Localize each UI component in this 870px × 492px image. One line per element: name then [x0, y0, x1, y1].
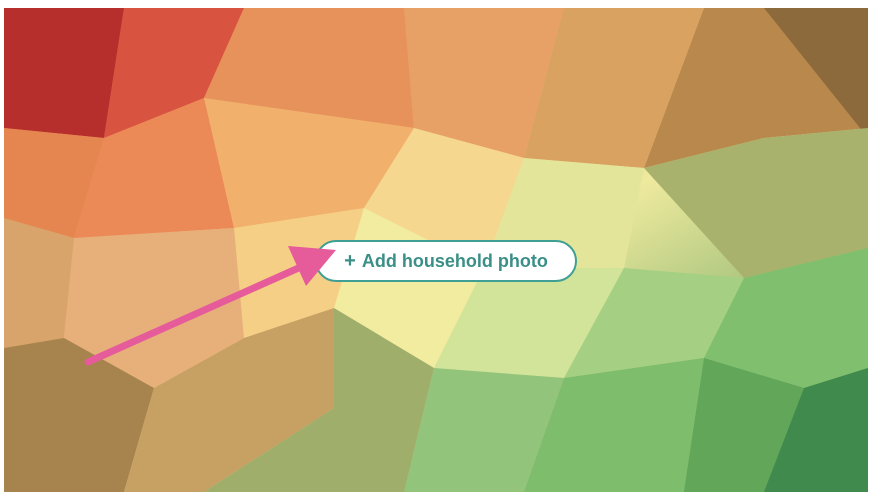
cover-photo-placeholder[interactable]: + Add household photo — [4, 8, 868, 492]
add-household-photo-label: Add household photo — [361, 250, 548, 271]
plus-icon: + — [344, 250, 356, 272]
add-household-photo-button[interactable]: + Add household photo — [315, 240, 577, 282]
household-cover-area: + Add household photo — [0, 0, 870, 492]
